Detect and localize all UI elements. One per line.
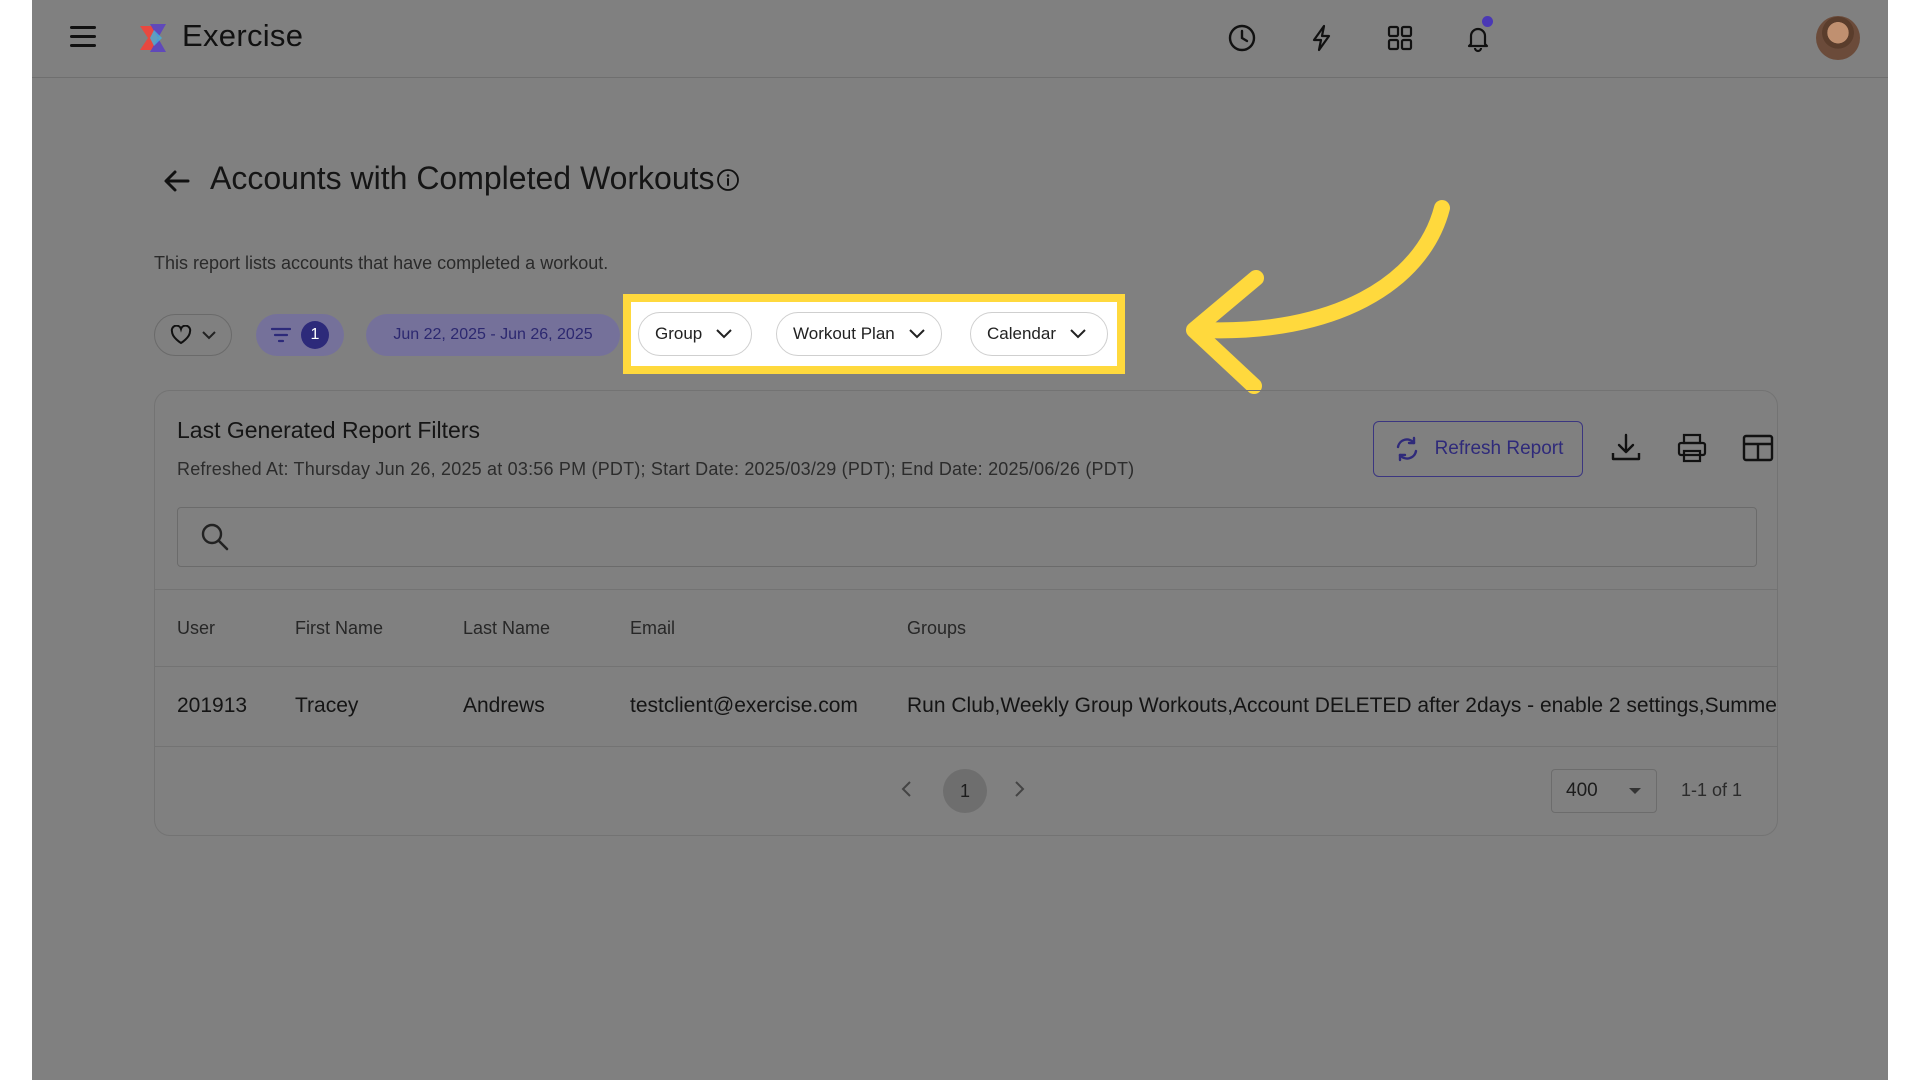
- workout-plan-filter-label: Workout Plan: [793, 324, 895, 343]
- caret-down-icon: [1629, 788, 1641, 794]
- favorites-dropdown-button[interactable]: [154, 314, 232, 356]
- table-columns-icon[interactable]: [1741, 431, 1775, 465]
- cell-email: testclient@exercise.com: [630, 694, 858, 717]
- calendar-filter-pill[interactable]: Calendar: [970, 312, 1108, 356]
- previous-page-icon[interactable]: [897, 779, 917, 799]
- top-header: Exercise: [32, 0, 1888, 78]
- annotation-arrow-icon: [1186, 200, 1450, 394]
- back-arrow-icon[interactable]: [162, 166, 192, 196]
- group-filter-pill[interactable]: Group: [638, 312, 752, 356]
- refresh-icon: [1396, 436, 1417, 462]
- app-window: Exercise Accounts with Completed Workout…: [32, 0, 1888, 1080]
- column-header-first-name[interactable]: First Name: [295, 618, 383, 639]
- report-card: Last Generated Report Filters Refreshed …: [154, 390, 1778, 836]
- next-page-icon[interactable]: [1009, 779, 1029, 799]
- chevron-down-icon: [716, 329, 732, 339]
- refresh-report-button[interactable]: Refresh Report: [1373, 421, 1583, 477]
- workout-plan-filter-pill[interactable]: Workout Plan: [776, 312, 942, 356]
- cell-last-name: Andrews: [463, 694, 545, 717]
- exercise-logo-icon[interactable]: [136, 20, 172, 56]
- heart-icon: [170, 325, 192, 345]
- history-icon[interactable]: [1224, 20, 1260, 56]
- page-description: This report lists accounts that have com…: [154, 253, 609, 273]
- lightning-icon[interactable]: [1304, 20, 1340, 56]
- app-title[interactable]: Exercise: [182, 18, 303, 54]
- chevron-down-icon: [202, 331, 216, 340]
- filter-icon: [271, 327, 291, 343]
- search-icon: [201, 523, 229, 551]
- page-number-button[interactable]: 1: [943, 769, 987, 813]
- rows-per-page-select[interactable]: 400: [1551, 769, 1657, 813]
- filter-button[interactable]: 1: [256, 314, 344, 356]
- calendar-filter-label: Calendar: [987, 324, 1056, 343]
- refresh-info-text: Refreshed At: Thursday Jun 26, 2025 at 0…: [177, 459, 1135, 479]
- refresh-report-label: Refresh Report: [1434, 438, 1564, 459]
- bell-icon[interactable]: [1460, 16, 1496, 56]
- column-header-last-name[interactable]: Last Name: [463, 618, 550, 639]
- print-icon[interactable]: [1675, 431, 1709, 465]
- column-header-user[interactable]: User: [177, 618, 215, 639]
- pagination-range: 1-1 of 1: [1681, 780, 1743, 800]
- date-range-button[interactable]: Jun 22, 2025 - Jun 26, 2025: [366, 314, 620, 356]
- info-icon[interactable]: [716, 168, 740, 192]
- rows-per-page-value: 400: [1566, 780, 1598, 801]
- cell-groups: Run Club,Weekly Group Workouts,Account D…: [907, 694, 1777, 717]
- page-title: Accounts with Completed Workouts: [210, 160, 715, 196]
- cell-user: 201913: [177, 694, 248, 717]
- chevron-down-icon: [909, 329, 925, 339]
- column-header-groups[interactable]: Groups: [907, 618, 966, 639]
- apps-grid-icon[interactable]: [1382, 20, 1418, 56]
- notification-dot: [1482, 16, 1493, 27]
- column-header-email[interactable]: Email: [630, 618, 675, 639]
- group-filter-label: Group: [655, 324, 703, 343]
- search-input[interactable]: [244, 526, 1644, 548]
- chevron-down-icon: [1070, 329, 1086, 339]
- user-avatar[interactable]: [1816, 16, 1860, 60]
- hamburger-menu-icon[interactable]: [70, 26, 96, 48]
- filter-count-badge: 1: [301, 321, 329, 349]
- card-title: Last Generated Report Filters: [177, 417, 480, 443]
- search-bar[interactable]: [177, 507, 1757, 567]
- table-header: User First Name Last Name Email Groups: [155, 589, 1777, 667]
- download-icon[interactable]: [1609, 431, 1643, 465]
- table-row[interactable]: 201913 Tracey Andrews testclient@exercis…: [155, 667, 1777, 747]
- cell-first-name: Tracey: [295, 694, 359, 717]
